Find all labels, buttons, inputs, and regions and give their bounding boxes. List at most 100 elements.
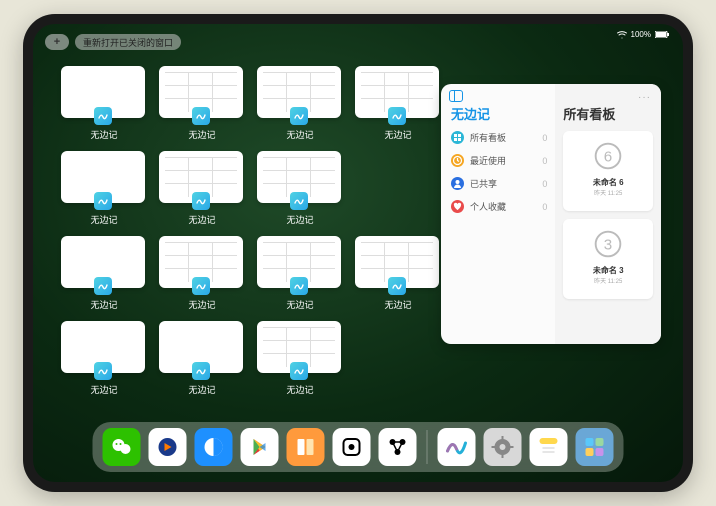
window-thumbnail[interactable]: 无边记 [257,151,343,226]
sidebar-item-label: 已共享 [470,177,497,190]
thumbnail-label: 无边记 [159,298,245,311]
window-thumbnail[interactable]: 无边记 [159,321,245,396]
board-title: 未命名 3 [593,265,624,276]
sidebar-item[interactable]: 最近使用 0 [451,154,547,167]
sidebar-item-label: 所有看板 [470,131,506,144]
board-preview: 3 [589,225,627,263]
window-thumbnail[interactable]: 无边记 [159,151,245,226]
reopen-closed-window-button[interactable]: 重新打开已关闭的窗口 [75,34,181,50]
window-thumbnail[interactable]: 无边记 [61,151,147,226]
freeform-app-icon [192,192,210,210]
heart-icon [451,200,464,213]
thumbnail-label: 无边记 [159,213,245,226]
sidebar-toggle-icon[interactable] [449,90,463,102]
freeform-app-icon [388,277,406,295]
board-time: 昨天 11:25 [594,276,622,285]
board-time: 昨天 11:25 [594,188,622,197]
sidebar-item[interactable]: 所有看板0 [451,131,547,144]
window-grid: 无边记无边记无边记无边记无边记无边记无边记无边记无边记无边记无边记无边记无边记无… [61,66,441,396]
panel-title-right: 所有看板 [563,104,653,123]
freeform-app-icon [94,192,112,210]
dock-app-app-library[interactable] [576,428,614,466]
freeform-app-icon [192,362,210,380]
panel-content: 所有看板 6未命名 6昨天 11:253未命名 3昨天 11:25 [555,84,661,344]
freeform-app-icon [388,107,406,125]
dice-icon [340,435,364,459]
settings-icon [491,435,515,459]
thumbnail-label: 无边记 [159,383,245,396]
window-thumbnail[interactable]: 无边记 [159,66,245,141]
freeform-app-icon [290,107,308,125]
thumbnail-label: 无边记 [355,298,441,311]
thumbnail-label: 无边记 [61,383,147,396]
play-icon [248,435,272,459]
sidebar-item[interactable]: 已共享 0 [451,177,547,190]
qq-browser-icon [202,435,226,459]
app-library-icon [583,435,607,459]
dock-app-dice[interactable] [333,428,371,466]
window-thumbnail[interactable]: 无边记 [257,321,343,396]
dock-app-qq-browser[interactable] [195,428,233,466]
sidebar-item-count: 0 [542,179,547,189]
window-thumbnail[interactable]: 无边记 [257,66,343,141]
freeform-panel[interactable]: ··· 无边记 所有看板0最近使用0已共享0个人收藏0 所有看板 6未命名 6昨… [441,84,661,344]
dock [93,422,624,472]
window-thumbnail[interactable]: 无边记 [61,321,147,396]
panel-menu-button[interactable]: ··· [638,92,651,103]
window-thumbnail[interactable]: 无边记 [355,66,441,141]
freeform-app-icon [192,277,210,295]
dock-app-play[interactable] [241,428,279,466]
freeform-app-icon [94,107,112,125]
ipad-frame: 100% + 重新打开已关闭的窗口 无边记无边记无边记无边记无边记无边记无边记无… [23,14,693,492]
dock-app-wechat[interactable] [103,428,141,466]
dock-separator [427,430,428,464]
grid-icon [451,131,464,144]
panel-title-left: 无边记 [451,104,547,123]
battery-text: 100% [631,30,651,39]
thumbnail-label: 无边记 [61,298,147,311]
sidebar-item-count: 0 [542,202,547,212]
books-icon [294,435,318,459]
board-tile[interactable]: 3 未命名 3昨天 11:25 [563,219,653,299]
status-bar: 100% [617,30,669,39]
clock-icon [451,154,464,167]
sidebar-item-label: 最近使用 [470,154,506,167]
thumbnail-label: 无边记 [257,128,343,141]
sidebar-item-label: 个人收藏 [470,200,506,213]
sidebar-item-count: 0 [542,156,547,166]
dock-app-tencent-video[interactable] [149,428,187,466]
freeform-app-icon [290,277,308,295]
nodes-icon [386,435,410,459]
person-icon [451,177,464,190]
dock-app-books[interactable] [287,428,325,466]
board-tile[interactable]: 6 未命名 6昨天 11:25 [563,131,653,211]
dock-app-notes[interactable] [530,428,568,466]
svg-text:3: 3 [604,237,612,254]
thumbnail-label: 无边记 [257,383,343,396]
window-thumbnail[interactable]: 无边记 [61,236,147,311]
dock-app-freeform[interactable] [438,428,476,466]
board-preview: 6 [589,137,627,175]
thumbnail-label: 无边记 [159,128,245,141]
freeform-app-icon [94,362,112,380]
panel-sidebar: 无边记 所有看板0 最近使用 0 已共享 0 个人收藏 0 [441,84,555,344]
window-thumbnail[interactable]: 无边记 [159,236,245,311]
dock-app-nodes[interactable] [379,428,417,466]
thumbnail-label: 无边记 [355,128,441,141]
new-window-button[interactable]: + [45,34,69,50]
thumbnail-label: 无边记 [61,213,147,226]
wechat-icon [110,435,134,459]
freeform-icon [445,435,469,459]
window-thumbnail[interactable]: 无边记 [257,236,343,311]
freeform-app-icon [290,192,308,210]
board-title: 未命名 6 [593,177,624,188]
wifi-icon [617,31,627,39]
window-thumbnail[interactable]: 无边记 [355,236,441,311]
sidebar-item[interactable]: 个人收藏 0 [451,200,547,213]
dock-app-settings[interactable] [484,428,522,466]
window-thumbnail[interactable]: 无边记 [61,66,147,141]
thumbnail-label: 无边记 [257,298,343,311]
freeform-app-icon [94,277,112,295]
top-controls: + 重新打开已关闭的窗口 [45,34,181,50]
thumbnail-label: 无边记 [61,128,147,141]
